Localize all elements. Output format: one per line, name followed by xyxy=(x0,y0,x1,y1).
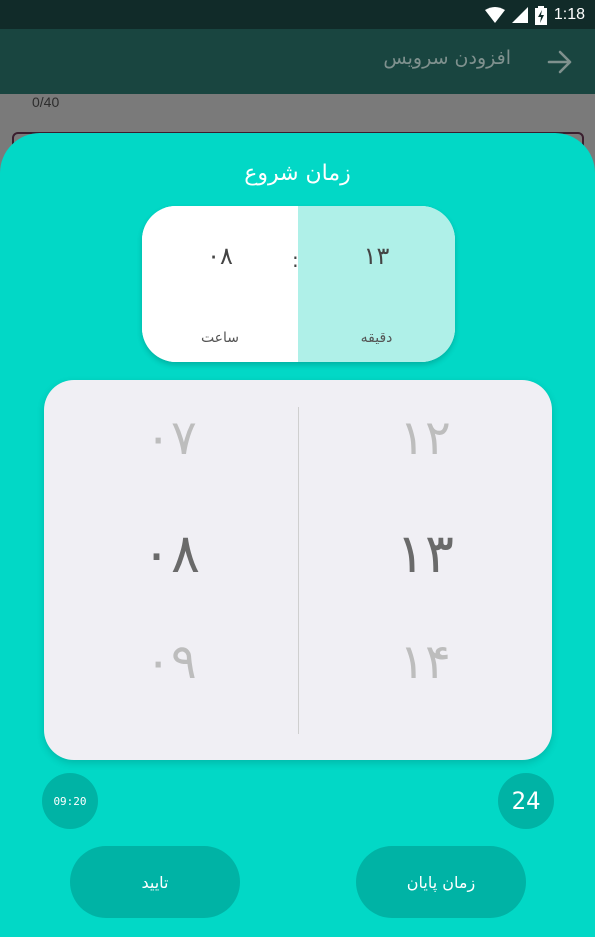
time-summary-card: ۰۸ ساعت ۱۳ دقیقه : xyxy=(142,206,455,362)
time-separator: : xyxy=(292,248,299,272)
minute-wheel[interactable]: ۱۲ ۱۳ ۱۴ xyxy=(298,380,552,760)
back-arrow-icon[interactable] xyxy=(547,49,573,75)
hour-summary[interactable]: ۰۸ ساعت xyxy=(142,206,298,362)
wheel-picker[interactable]: ۰۷ ۰۸ ۰۹ ۱۲ ۱۳ ۱۴ xyxy=(44,380,552,760)
minute-summary[interactable]: ۱۳ دقیقه xyxy=(298,206,455,362)
status-time: 1:18 xyxy=(553,6,585,23)
character-counter: 0/40 xyxy=(32,94,60,110)
hour-summary-value: ۰۸ xyxy=(207,242,233,270)
minute-next[interactable]: ۱۴ xyxy=(298,634,552,690)
time-picker-sheet: زمان شروع ۰۸ ساعت ۱۳ دقیقه : ۰۷ ۰۸ ۰۹ ۱۲… xyxy=(0,133,595,937)
end-time-button[interactable]: زمان پایان xyxy=(356,846,526,918)
wifi-icon xyxy=(484,7,505,23)
status-icons: 1:18 xyxy=(484,5,585,25)
hour-selected[interactable]: ۰۸ xyxy=(44,522,298,585)
signal-icon xyxy=(511,7,528,23)
clock-format-button[interactable]: 09:20 xyxy=(42,773,98,829)
hour-wheel[interactable]: ۰۷ ۰۸ ۰۹ xyxy=(44,380,298,760)
minute-summary-value: ۱۳ xyxy=(363,242,390,270)
battery-charging-icon xyxy=(534,5,547,25)
hour-next[interactable]: ۰۹ xyxy=(44,634,298,690)
status-bar: 1:18 xyxy=(0,0,595,29)
minute-summary-label: دقیقه xyxy=(360,330,393,346)
app-bar: افزودن سرویس xyxy=(0,29,595,94)
minute-selected[interactable]: ۱۳ xyxy=(298,522,552,585)
24-hour-format-button[interactable]: 24 xyxy=(498,773,554,829)
page-title: افزودن سرویس xyxy=(383,47,511,69)
hour-prev[interactable]: ۰۷ xyxy=(44,410,298,466)
confirm-button[interactable]: تایید xyxy=(70,846,240,918)
sheet-title: زمان شروع xyxy=(244,161,351,186)
minute-prev[interactable]: ۱۲ xyxy=(298,410,552,466)
hour-summary-label: ساعت xyxy=(200,330,240,346)
